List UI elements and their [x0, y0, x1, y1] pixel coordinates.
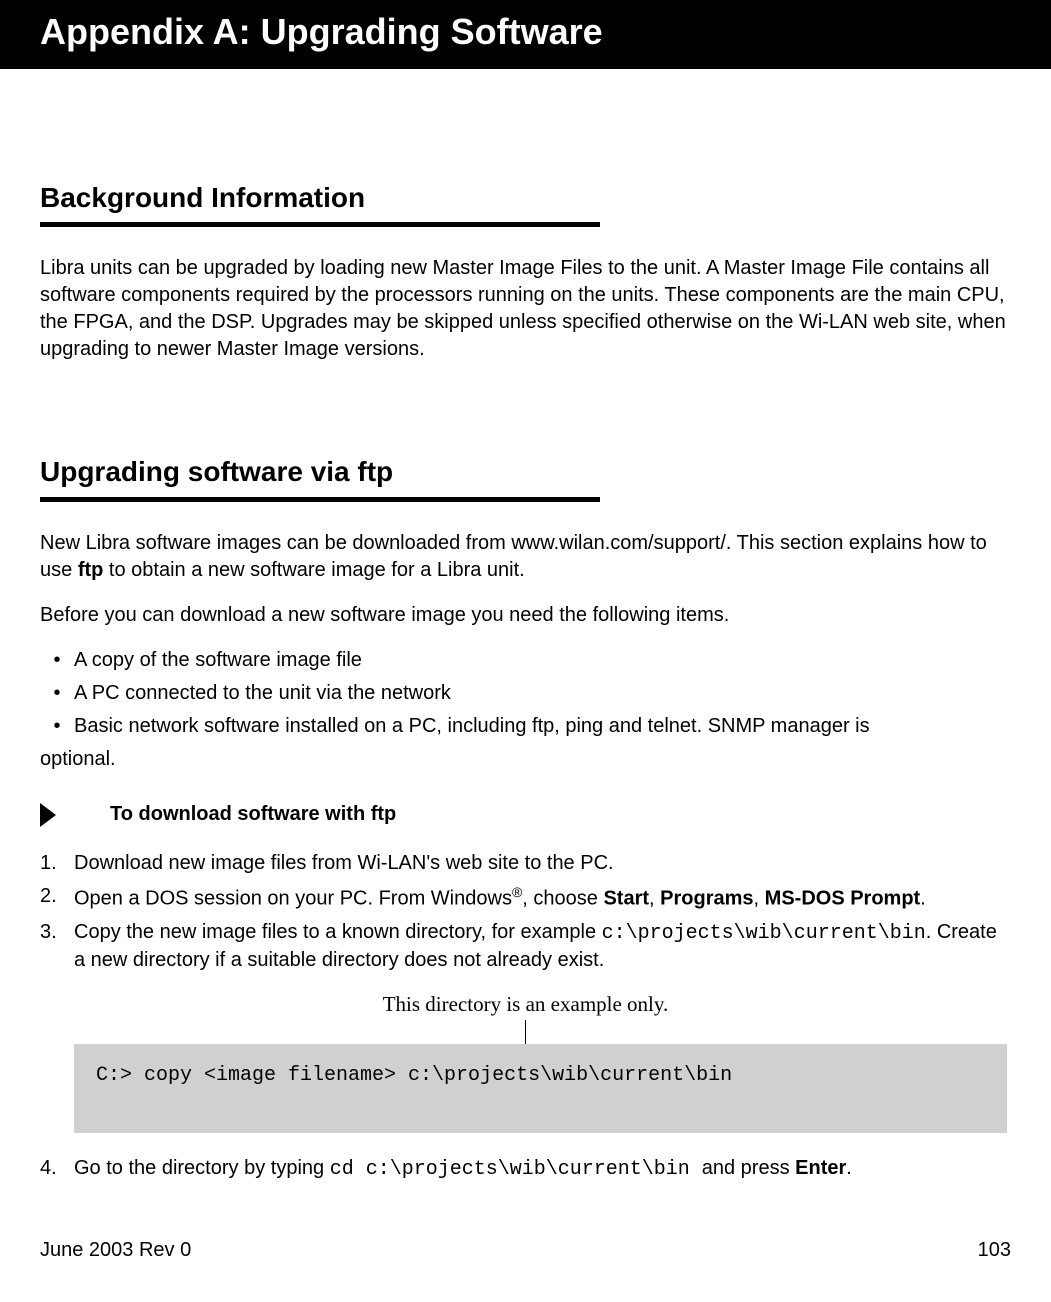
procedure-label: To download software with ftp: [110, 801, 396, 828]
callout-pointer-line: [525, 1020, 526, 1044]
section-ftp-title: Upgrading software via ftp: [40, 453, 1011, 491]
step-item: Go to the directory by typing cd c:\proj…: [40, 1155, 1011, 1183]
bold-enter: Enter: [795, 1157, 846, 1179]
appendix-header-bar: Appendix A: Upgrading Software: [0, 0, 1051, 69]
bullet-continuation: optional.: [40, 746, 1011, 773]
step-item: Download new image files from Wi-LAN's w…: [40, 850, 1011, 877]
step-item: Open a DOS session on your PC. From Wind…: [40, 883, 1011, 913]
registered-mark: ®: [512, 884, 522, 900]
text: ,: [649, 888, 660, 910]
step-item: Copy the new image files to a known dire…: [40, 919, 1011, 974]
text: Copy the new image files to a known dire…: [74, 921, 602, 943]
text: .: [846, 1157, 852, 1179]
code-path: c:\projects\wib\current\bin: [602, 922, 926, 945]
background-paragraph: Libra units can be upgraded by loading n…: [40, 255, 1011, 363]
text: Open a DOS session on your PC. From Wind…: [74, 888, 512, 910]
appendix-title: Appendix A: Upgrading Software: [40, 11, 603, 52]
step-text: Go to the directory by typing cd c:\proj…: [74, 1155, 1011, 1183]
step-text: Download new image files from Wi-LAN's w…: [74, 850, 1011, 877]
code-cd: cd c:\projects\wib\current\bin: [330, 1158, 702, 1181]
page-footer: June 2003 Rev 0 103: [0, 1189, 1051, 1284]
bullet-text: A PC connected to the unit via the netwo…: [74, 680, 994, 707]
bold-start: Start: [603, 888, 649, 910]
text: to obtain a new software image for a Lib…: [103, 559, 524, 581]
prereq-list: A copy of the software image file A PC c…: [40, 647, 1011, 740]
footer-page-number: 103: [978, 1237, 1011, 1264]
command-text: C:> copy <image filename> c:\projects\wi…: [96, 1064, 732, 1087]
arrow-right-icon: [40, 803, 58, 827]
bullet-text: A copy of the software image file: [74, 647, 994, 674]
steps-list: Download new image files from Wi-LAN's w…: [40, 850, 1011, 974]
bold-ftp: ftp: [78, 559, 104, 581]
bold-programs: Programs: [660, 888, 753, 910]
callout-label: This directory is an example only.: [40, 990, 1011, 1018]
list-item: Basic network software installed on a PC…: [40, 713, 1011, 740]
steps-list-cont: Go to the directory by typing cd c:\proj…: [40, 1155, 1011, 1183]
ftp-intro-paragraph: New Libra software images can be downloa…: [40, 530, 1011, 584]
text: and press: [702, 1157, 795, 1179]
page-content: Background Information Libra units can b…: [0, 179, 1051, 1184]
prereq-paragraph: Before you can download a new software i…: [40, 602, 1011, 629]
footer-date: June 2003 Rev 0: [40, 1237, 191, 1264]
step-text: Copy the new image files to a known dire…: [74, 919, 1011, 974]
text: Go to the directory by typing: [74, 1157, 330, 1179]
list-item: A copy of the software image file: [40, 647, 1011, 674]
callout-annotation: This directory is an example only. C:> c…: [40, 990, 1011, 1133]
text: ,: [754, 888, 765, 910]
command-box: C:> copy <image filename> c:\projects\wi…: [74, 1044, 1007, 1133]
procedure-header: To download software with ftp: [40, 801, 1011, 828]
section-rule: [40, 222, 600, 227]
step-text: Open a DOS session on your PC. From Wind…: [74, 883, 1011, 913]
section-background-title: Background Information: [40, 179, 1011, 217]
bold-msdos: MS-DOS Prompt: [765, 888, 921, 910]
text: .: [920, 888, 926, 910]
section-rule: [40, 497, 600, 502]
bullet-text: Basic network software installed on a PC…: [74, 713, 994, 740]
list-item: A PC connected to the unit via the netwo…: [40, 680, 1011, 707]
text: , choose: [522, 888, 603, 910]
